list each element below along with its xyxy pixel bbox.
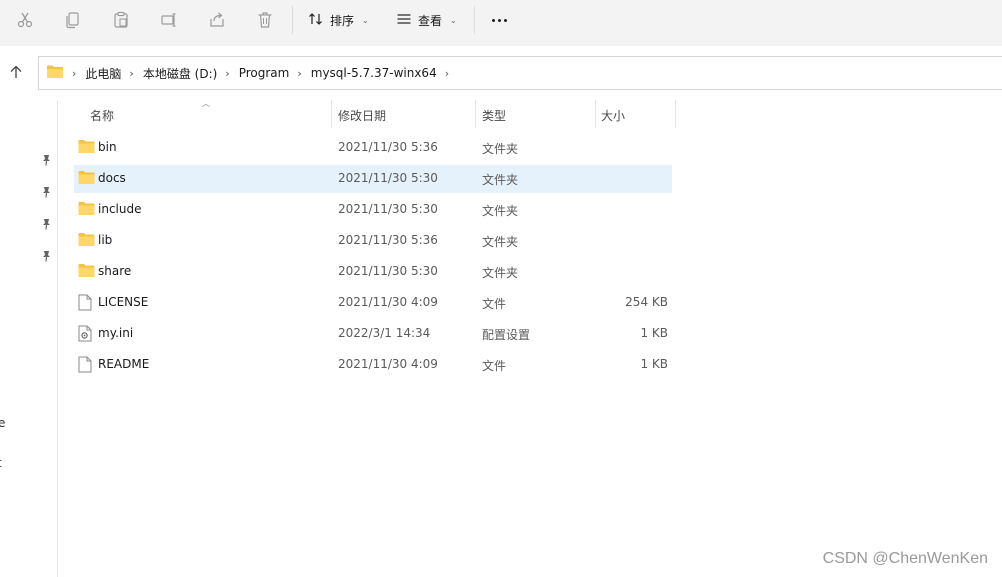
file-modified-date: 2021/11/30 5:36 [338, 140, 438, 154]
column-header-size-label: 大小 [601, 108, 626, 123]
pin-icon[interactable] [40, 154, 52, 166]
file-row[interactable]: docs 2021/11/30 5:30 文件夹 [74, 165, 672, 193]
column-header-type[interactable]: 类型 [466, 100, 586, 130]
toolbar-divider [292, 6, 293, 34]
file-type: 文件夹 [482, 142, 519, 156]
folder-icon [78, 139, 95, 156]
file-modified-date: 2021/11/30 5:30 [338, 202, 438, 216]
file-size: 254 KB [625, 295, 668, 309]
chevron-down-icon: ⌄ [362, 15, 369, 25]
breadcrumb-mysql[interactable]: mysql-5.7.37-winx64 [311, 66, 437, 80]
column-header-type-label: 类型 [482, 108, 507, 123]
chevron-right-icon[interactable]: › [297, 67, 301, 80]
file-row[interactable]: lib 2021/11/30 5:36 文件夹 [74, 227, 672, 255]
file-row[interactable]: share 2021/11/30 5:30 文件夹 [74, 258, 672, 286]
column-header-name-label: 名称 [90, 108, 115, 123]
folder-icon [78, 170, 95, 187]
sort-icon [308, 11, 324, 30]
address-bar[interactable]: › 此电脑 › 本地磁盘 (D:) › Program › mysql-5.7.… [38, 56, 1002, 90]
file-modified-date: 2021/11/30 4:09 [338, 357, 438, 371]
file-name: LICENSE [98, 295, 149, 309]
file-name: docs [98, 171, 126, 185]
chevron-right-icon[interactable]: › [445, 67, 449, 80]
rename-icon[interactable] [158, 9, 180, 31]
sort-label: 排序 [330, 13, 355, 28]
file-modified-date: 2021/11/30 4:09 [338, 295, 438, 309]
cut-icon[interactable] [14, 9, 36, 31]
paste-icon[interactable] [110, 9, 132, 31]
file-name: include [98, 202, 142, 216]
more-options-icon[interactable] [489, 8, 509, 32]
share-icon[interactable] [206, 9, 228, 31]
breadcrumb-this-pc[interactable]: 此电脑 [85, 65, 121, 82]
folder-icon [78, 263, 95, 280]
delete-icon[interactable] [254, 9, 276, 31]
file-row[interactable]: include 2021/11/30 5:30 文件夹 [74, 196, 672, 224]
file-modified-date: 2022/3/1 14:34 [338, 326, 431, 340]
column-header-size[interactable]: 大小 [585, 100, 665, 130]
pin-icon[interactable] [40, 186, 52, 198]
folder-icon [46, 64, 64, 82]
file-type: 文件夹 [482, 266, 519, 280]
file-row[interactable]: LICENSE 2021/11/30 4:09 文件 254 KB [74, 289, 672, 317]
navigation-pane: e t [0, 100, 58, 577]
file-row[interactable]: README 2021/11/30 4:09 文件 1 KB [74, 351, 672, 379]
sort-button[interactable]: 排序 ⌄ [308, 8, 369, 32]
file-type: 文件 [482, 297, 507, 311]
settings-file-icon [78, 325, 95, 342]
file-type: 文件夹 [482, 235, 519, 249]
file-icon [78, 356, 95, 373]
watermark: CSDN @ChenWenKen [822, 550, 988, 567]
column-divider[interactable] [675, 100, 676, 128]
chevron-right-icon[interactable]: › [225, 67, 229, 80]
nav-item-fragment[interactable]: e [0, 416, 5, 430]
command-bar: 排序 ⌄ 查看 ⌄ [0, 0, 1002, 46]
folder-icon [78, 201, 95, 218]
file-name: my.ini [98, 326, 134, 340]
pin-icon[interactable] [40, 250, 52, 262]
file-name: share [98, 264, 132, 278]
view-label: 查看 [418, 13, 443, 28]
chevron-right-icon: › [72, 66, 77, 80]
copy-icon[interactable] [62, 9, 84, 31]
breadcrumb-local-disk[interactable]: 本地磁盘 (D:) [143, 65, 217, 82]
pin-icon[interactable] [40, 218, 52, 230]
file-type: 文件 [482, 359, 507, 373]
column-header-date-label: 修改日期 [338, 108, 387, 123]
file-modified-date: 2021/11/30 5:30 [338, 264, 438, 278]
file-size: 1 KB [640, 357, 668, 371]
up-arrow-icon[interactable] [6, 62, 26, 82]
folder-icon [78, 232, 95, 249]
file-row[interactable]: my.ini 2022/3/1 14:34 配置设置 1 KB [74, 320, 672, 348]
file-size: 1 KB [640, 326, 668, 340]
view-list-icon [396, 11, 412, 30]
file-modified-date: 2021/11/30 5:36 [338, 233, 438, 247]
file-modified-date: 2021/11/30 5:30 [338, 171, 438, 185]
file-name: README [98, 357, 150, 371]
file-type: 文件夹 [482, 204, 519, 218]
view-button[interactable]: 查看 ⌄ [396, 8, 457, 32]
column-header-date[interactable]: 修改日期 [322, 100, 466, 130]
toolbar-divider [474, 6, 475, 34]
file-name: lib [98, 233, 113, 247]
file-name: bin [98, 140, 117, 154]
file-type: 配置设置 [482, 328, 531, 342]
chevron-right-icon[interactable]: › [129, 67, 133, 80]
file-row[interactable]: bin 2021/11/30 5:36 文件夹 [74, 134, 672, 162]
chevron-down-icon: ⌄ [450, 15, 457, 25]
breadcrumb-program[interactable]: Program [239, 66, 290, 80]
file-type: 文件夹 [482, 173, 519, 187]
file-icon [78, 294, 95, 311]
nav-item-fragment[interactable]: t [0, 456, 2, 470]
column-header-name[interactable]: 名称 [74, 100, 332, 130]
